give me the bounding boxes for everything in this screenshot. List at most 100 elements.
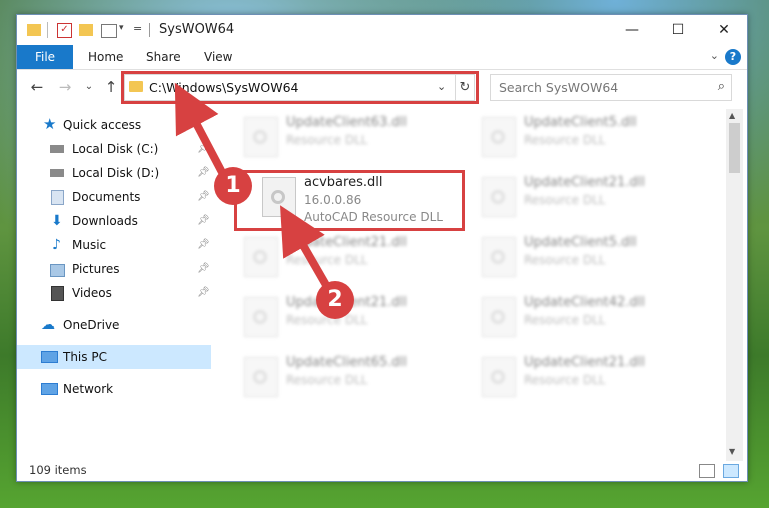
pin-icon[interactable]: 📌︎ — [197, 185, 210, 209]
sidebar-item-onedrive[interactable]: ☁ OneDrive — [17, 313, 211, 337]
scrollbar-thumb[interactable] — [729, 123, 740, 173]
sidebar-item-label: Quick access — [63, 118, 142, 132]
file-type: Resource DLL — [286, 133, 368, 147]
search-input[interactable]: Search SysWOW64 ⌕ — [490, 74, 732, 101]
sidebar-item-label: OneDrive — [63, 318, 120, 332]
forward-button[interactable]: → — [55, 77, 75, 97]
ribbon: File Home Share View ⌄ ? — [17, 45, 747, 70]
scroll-up-icon[interactable]: ▲ — [729, 111, 735, 120]
file-item[interactable]: UpdateClient21.dll Resource DLL — [236, 233, 466, 289]
back-button[interactable]: ← — [27, 77, 47, 97]
file-highlight-box — [234, 170, 465, 231]
sidebar-item-quick-access[interactable]: ★ Quick access — [17, 113, 211, 137]
sidebar-item-pictures[interactable]: Pictures 📌︎ — [17, 257, 211, 281]
sidebar-item-network[interactable]: Network — [17, 377, 211, 401]
address-highlight-box — [121, 71, 479, 104]
dll-file-icon — [244, 297, 278, 337]
sidebar-item-this-pc[interactable]: This PC — [17, 345, 211, 369]
item-count: 109 items — [29, 463, 87, 477]
file-item[interactable]: UpdateClient65.dll Resource DLL — [236, 353, 466, 409]
title-bar: ✓ ▾ = SysWOW64 — ☐ ✕ — [17, 15, 747, 45]
star-icon: ★ — [43, 115, 57, 133]
dll-file-icon — [482, 357, 516, 397]
new-folder-icon[interactable] — [79, 24, 93, 36]
pin-icon[interactable]: 📌︎ — [197, 281, 210, 305]
recent-locations-button[interactable]: ⌄ — [79, 77, 99, 97]
dll-file-icon — [244, 357, 278, 397]
properties-icon[interactable]: ✓ — [57, 23, 72, 38]
sidebar-item-documents[interactable]: Documents 📌︎ — [17, 185, 211, 209]
pin-icon[interactable]: 📌︎ — [197, 137, 210, 161]
sidebar-item-music[interactable]: ♪ Music 📌︎ — [17, 233, 211, 257]
file-item[interactable]: UpdateClient5.dll Resource DLL — [474, 113, 704, 169]
download-icon: ⬇ — [51, 213, 63, 229]
file-type: Resource DLL — [524, 133, 606, 147]
documents-icon — [51, 190, 64, 205]
sidebar-item-label: Local Disk (D:) — [72, 166, 160, 180]
dll-file-icon — [244, 117, 278, 157]
file-list: UpdateClient63.dll Resource DLL UpdateCl… — [214, 109, 722, 461]
sidebar-item-videos[interactable]: Videos 📌︎ — [17, 281, 211, 305]
step-1-badge: 1 — [214, 167, 252, 205]
status-bar: 109 items — [17, 461, 747, 481]
disk-icon — [50, 169, 64, 177]
search-icon: ⌕ — [717, 79, 725, 94]
file-type: Resource DLL — [524, 313, 606, 327]
cloud-icon: ☁ — [41, 317, 55, 333]
maximize-button[interactable]: ☐ — [655, 15, 701, 45]
up-button[interactable]: ↑ — [101, 77, 121, 97]
tab-home[interactable]: Home — [88, 45, 123, 69]
scroll-down-icon[interactable]: ▼ — [729, 447, 735, 456]
expand-ribbon-icon[interactable]: ⌄ — [710, 49, 719, 62]
minimize-button[interactable]: — — [609, 15, 655, 45]
sidebar-item-local-disk-d[interactable]: Local Disk (D:) 📌︎ — [17, 161, 211, 185]
disk-icon — [50, 145, 64, 153]
videos-icon — [51, 286, 64, 301]
file-item[interactable]: UpdateClient21.dll Resource DLL — [474, 353, 704, 409]
tiles-view-icon[interactable] — [723, 464, 739, 478]
dll-file-icon — [244, 237, 278, 277]
file-item[interactable]: UpdateClient42.dll Resource DLL — [474, 293, 704, 349]
pin-icon[interactable]: 📌︎ — [197, 209, 210, 233]
dll-file-icon — [482, 297, 516, 337]
sidebar-item-local-disk-c[interactable]: Local Disk (C:) 📌︎ — [17, 137, 211, 161]
file-item[interactable]: UpdateClient21.dll Resource DLL — [474, 173, 704, 229]
file-type: Resource DLL — [524, 193, 606, 207]
dll-file-icon — [482, 117, 516, 157]
tab-share[interactable]: Share — [146, 45, 181, 69]
dropdown-icon[interactable]: = — [133, 22, 142, 38]
pin-icon[interactable]: 📌︎ — [197, 161, 210, 185]
pin-icon[interactable]: 📌︎ — [197, 233, 210, 257]
file-name: UpdateClient21.dll — [286, 235, 407, 250]
pictures-icon — [50, 264, 65, 277]
tab-file[interactable]: File — [17, 45, 73, 69]
customize-icon[interactable] — [101, 24, 117, 38]
file-name: UpdateClient21.dll — [524, 355, 645, 370]
file-item[interactable]: UpdateClient5.dll Resource DLL — [474, 233, 704, 289]
music-icon: ♪ — [52, 237, 61, 253]
file-item[interactable]: UpdateClient63.dll Resource DLL — [236, 113, 466, 169]
details-view-icon[interactable] — [699, 464, 716, 478]
chevron-down-icon[interactable]: ▾ — [119, 23, 124, 39]
sidebar-item-label: Pictures — [72, 262, 120, 276]
file-name: UpdateClient65.dll — [286, 355, 407, 370]
view-toggle — [695, 464, 739, 481]
network-icon — [41, 383, 58, 395]
sidebar-item-label: Local Disk (C:) — [72, 142, 159, 156]
dll-file-icon — [482, 237, 516, 277]
help-icon[interactable]: ? — [725, 49, 741, 65]
sidebar-item-downloads[interactable]: ⬇ Downloads 📌︎ — [17, 209, 211, 233]
sidebar-item-label: Videos — [72, 286, 112, 300]
tab-view[interactable]: View — [204, 45, 232, 69]
pin-icon[interactable]: 📌︎ — [197, 257, 210, 281]
vertical-scrollbar[interactable]: ▲ ▼ — [726, 109, 743, 461]
sidebar-item-label: This PC — [63, 350, 107, 364]
title-separator — [149, 23, 150, 37]
window-title: SysWOW64 — [159, 22, 235, 37]
file-type: Resource DLL — [286, 373, 368, 387]
file-name: UpdateClient63.dll — [286, 115, 407, 130]
dll-file-icon — [482, 177, 516, 217]
divider — [47, 22, 48, 38]
step-2-badge: 2 — [316, 281, 354, 319]
close-button[interactable]: ✕ — [701, 15, 747, 45]
